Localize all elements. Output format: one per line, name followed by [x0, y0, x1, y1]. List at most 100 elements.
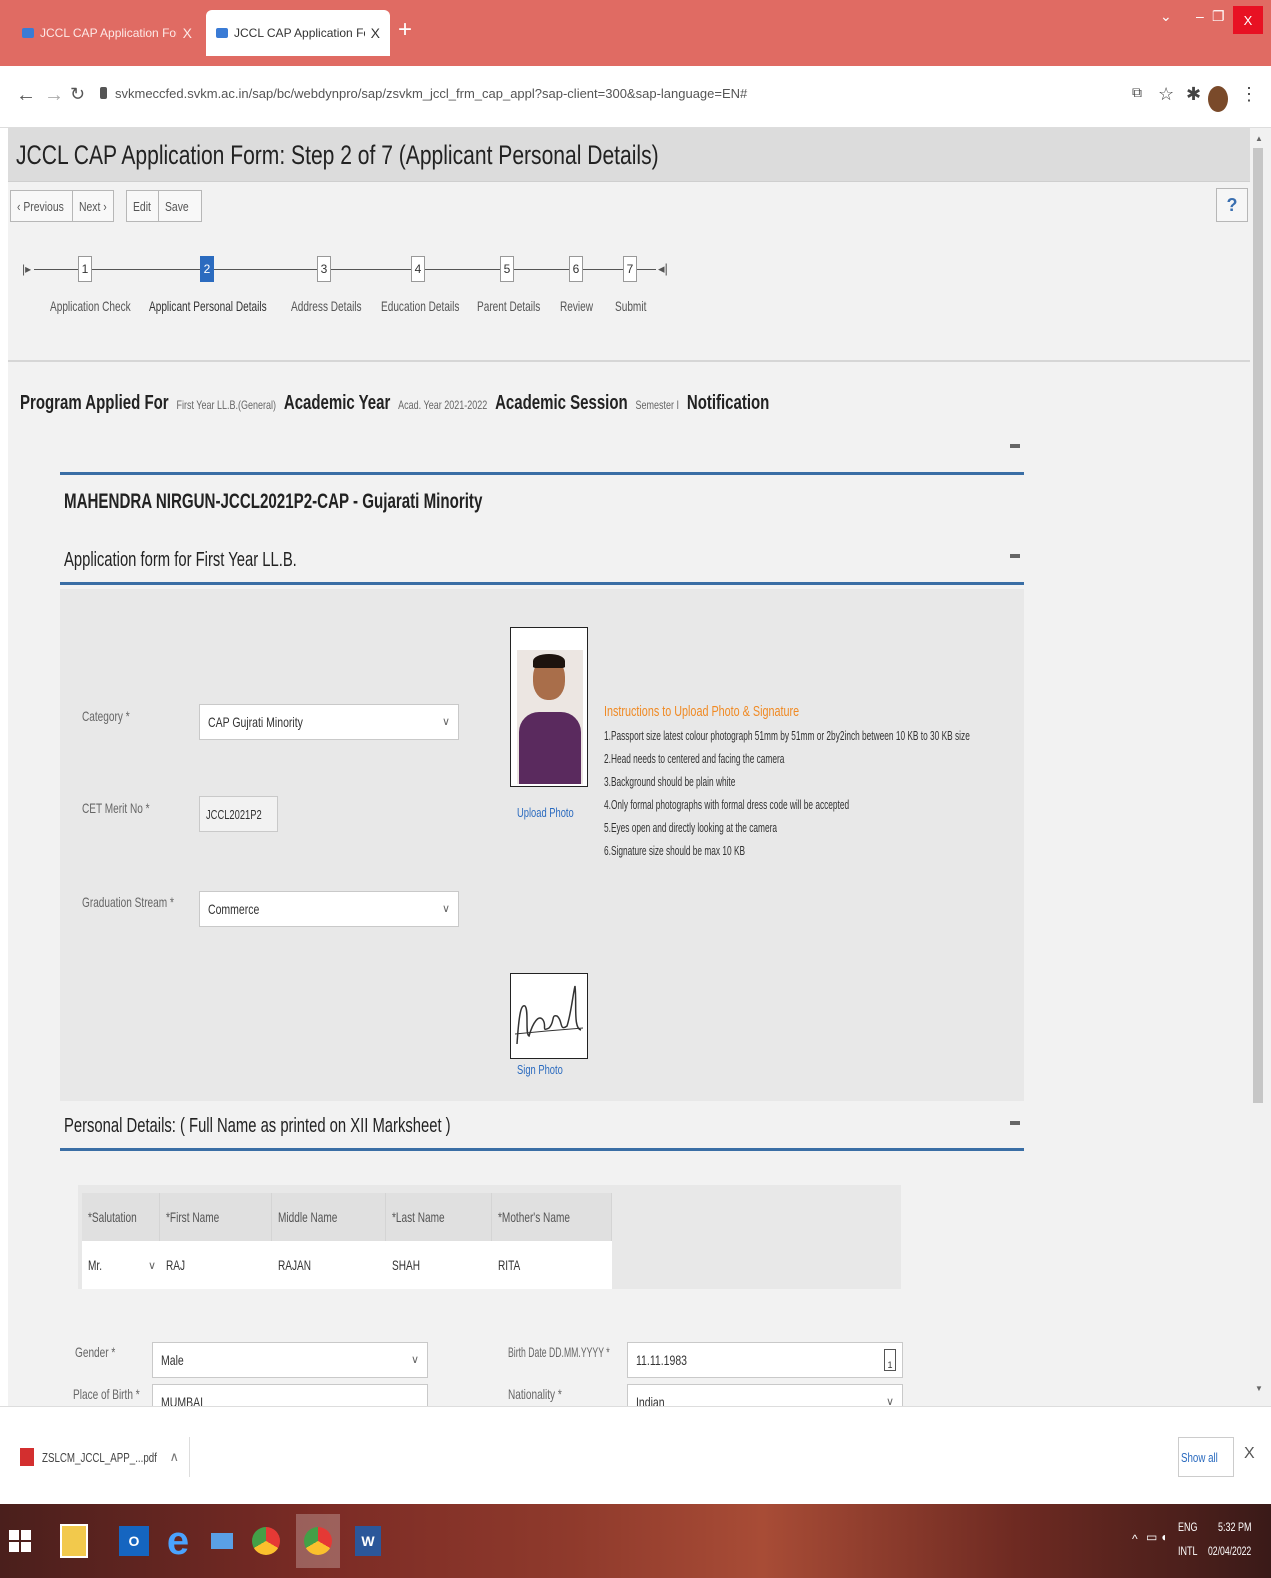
- place-of-birth-input[interactable]: MUMBAI: [152, 1384, 428, 1406]
- save-button[interactable]: Save: [158, 190, 202, 222]
- program-info: Program Applied For First Year LL.B.(Gen…: [20, 392, 769, 415]
- window-close-button[interactable]: X: [1233, 6, 1263, 34]
- download-item[interactable]: ZSLCM_JCCL_APP_...pdf ∧: [20, 1437, 190, 1477]
- last-name-input[interactable]: SHAH: [386, 1241, 492, 1289]
- network-icon[interactable]: ▭: [1146, 1530, 1157, 1544]
- category-select[interactable]: CAP Gujrati Minority ∨: [199, 704, 459, 740]
- browser-menu-icon[interactable]: ⋮: [1240, 84, 1258, 105]
- clock-time[interactable]: 5:32 PM: [1218, 1520, 1263, 1534]
- scroll-down-icon[interactable]: ▼: [1255, 1384, 1263, 1393]
- minimize-icon[interactable]: –: [1196, 8, 1204, 24]
- roadmap-step-5[interactable]: 5: [500, 256, 514, 282]
- edit-button[interactable]: Edit: [126, 190, 163, 222]
- panel-border: [60, 472, 1024, 475]
- instruction-line: 3.Background should be plain white: [604, 774, 736, 789]
- category-label: Category *: [82, 708, 130, 724]
- roadmap-step-1[interactable]: 1: [78, 256, 92, 282]
- roadmap-step-3[interactable]: 3: [317, 256, 331, 282]
- roadmap-label-application-check[interactable]: Application Check: [50, 298, 131, 314]
- birth-date-input[interactable]: 11.11.1983 1: [627, 1342, 903, 1378]
- language-bottom[interactable]: INTL: [1178, 1544, 1204, 1558]
- roadmap-step-6[interactable]: 6: [569, 256, 583, 282]
- url-text: svkmeccfed.svkm.ac.in/sap/bc/webdynpro/s…: [115, 86, 748, 101]
- volume-icon[interactable]: ◖: [1160, 1530, 1167, 1544]
- scroll-up-icon[interactable]: ▲: [1255, 134, 1263, 143]
- instruction-line: 1.Passport size latest colour photograph…: [604, 728, 970, 743]
- restore-icon[interactable]: ❐: [1212, 8, 1225, 25]
- word-icon[interactable]: W: [346, 1514, 390, 1568]
- next-button[interactable]: Next ›: [72, 190, 114, 222]
- birth-date-label: Birth Date DD.MM.YYYY *: [508, 1344, 610, 1360]
- forward-icon[interactable]: →: [44, 84, 64, 107]
- roadmap-label-education-details[interactable]: Education Details: [381, 298, 459, 314]
- roadmap-line: [34, 269, 656, 270]
- first-name-input[interactable]: RAJ: [160, 1241, 272, 1289]
- url-field[interactable]: svkmeccfed.svkm.ac.in/sap/bc/webdynpro/s…: [100, 86, 747, 101]
- personal-details-title: Personal Details: ( Full Name as printed…: [64, 1115, 451, 1137]
- tray-chevron-icon[interactable]: ^: [1132, 1532, 1138, 1546]
- tab-close-icon[interactable]: X: [371, 25, 380, 41]
- graduation-stream-select[interactable]: Commerce ∨: [199, 891, 459, 927]
- chrome-icon[interactable]: [244, 1514, 288, 1568]
- gender-select[interactable]: Male ∨: [152, 1342, 428, 1378]
- upload-photo-link[interactable]: Upload Photo: [517, 805, 574, 820]
- tab-close-icon[interactable]: X: [183, 25, 192, 41]
- new-tab-button[interactable]: +: [398, 18, 412, 42]
- table-header: *Mother's Name: [492, 1193, 612, 1241]
- panel-border: [60, 582, 1024, 585]
- middle-name-input[interactable]: RAJAN: [272, 1241, 386, 1289]
- language-top[interactable]: ENG: [1178, 1520, 1204, 1534]
- divider: [8, 360, 1250, 362]
- academic-year-value: Acad. Year 2021-2022: [398, 398, 488, 412]
- chevron-up-icon[interactable]: ∧: [169, 1449, 179, 1465]
- extensions-icon[interactable]: ✱: [1186, 84, 1201, 105]
- chrome-active-icon[interactable]: [296, 1514, 340, 1568]
- roadmap-step-4[interactable]: 4: [411, 256, 425, 282]
- instruction-line: 2.Head needs to centered and facing the …: [604, 751, 785, 766]
- salutation-select[interactable]: Mr. ∨: [82, 1241, 160, 1289]
- tab-search-icon[interactable]: ⌄: [1160, 8, 1172, 25]
- roadmap-label-submit[interactable]: Submit: [615, 298, 646, 314]
- page-scrollbar[interactable]: ▲ ▼: [1250, 128, 1271, 1406]
- roadmap-label-personal-details[interactable]: Applicant Personal Details: [149, 298, 267, 314]
- nationality-label: Nationality *: [508, 1386, 562, 1402]
- roadmap-step-2[interactable]: 2: [200, 256, 214, 282]
- collapse-icon[interactable]: [1010, 1121, 1020, 1125]
- roadmap-step-7[interactable]: 7: [623, 256, 637, 282]
- mother-name-input[interactable]: RITA: [492, 1241, 612, 1289]
- windows-start-icon[interactable]: [0, 1514, 40, 1568]
- sign-photo-link[interactable]: Sign Photo: [517, 1062, 563, 1077]
- translate-icon[interactable]: ⧉: [1132, 84, 1142, 101]
- form-title: Application form for First Year LL.B.: [64, 549, 297, 571]
- gender-label: Gender *: [75, 1344, 116, 1360]
- name-table: *Salutation *First Name Middle Name *Las…: [78, 1185, 901, 1289]
- tab-title: JCCL CAP Application Form: Ste: [40, 26, 177, 40]
- calendar-icon[interactable]: 1: [884, 1349, 896, 1371]
- signature-scribble: [514, 985, 584, 1045]
- nationality-select[interactable]: Indian ∨: [627, 1384, 903, 1406]
- clock-date[interactable]: 02/04/2022: [1208, 1544, 1268, 1558]
- scrollbar-thumb[interactable]: [1253, 148, 1263, 1103]
- browser-tab-2[interactable]: JCCL CAP Application Form: Ste X: [206, 10, 390, 56]
- table-header: Middle Name: [272, 1193, 386, 1241]
- sap-logon-icon[interactable]: [200, 1514, 244, 1568]
- reload-icon[interactable]: ↻: [70, 84, 85, 105]
- file-explorer-icon[interactable]: [52, 1514, 96, 1568]
- browser-tab-1[interactable]: JCCL CAP Application Form: Ste X: [12, 10, 202, 56]
- download-bar-close-button[interactable]: X: [1244, 1445, 1255, 1463]
- roadmap-label-address-details[interactable]: Address Details: [291, 298, 362, 314]
- roadmap-label-review[interactable]: Review: [560, 298, 593, 314]
- collapse-icon[interactable]: [1010, 554, 1020, 558]
- profile-avatar[interactable]: [1208, 86, 1228, 112]
- internet-explorer-icon[interactable]: e: [156, 1514, 200, 1568]
- collapse-icon[interactable]: [1010, 444, 1020, 448]
- show-all-button[interactable]: Show all: [1178, 1437, 1234, 1477]
- program-label: Program Applied For: [20, 392, 169, 414]
- outlook-icon[interactable]: O: [112, 1514, 156, 1568]
- help-button[interactable]: ?: [1216, 188, 1248, 222]
- roadmap-label-parent-details[interactable]: Parent Details: [477, 298, 540, 314]
- lock-icon: [100, 87, 107, 99]
- bookmark-star-icon[interactable]: ☆: [1158, 84, 1174, 105]
- cet-merit-label: CET Merit No *: [82, 800, 150, 816]
- back-icon[interactable]: ←: [16, 84, 36, 107]
